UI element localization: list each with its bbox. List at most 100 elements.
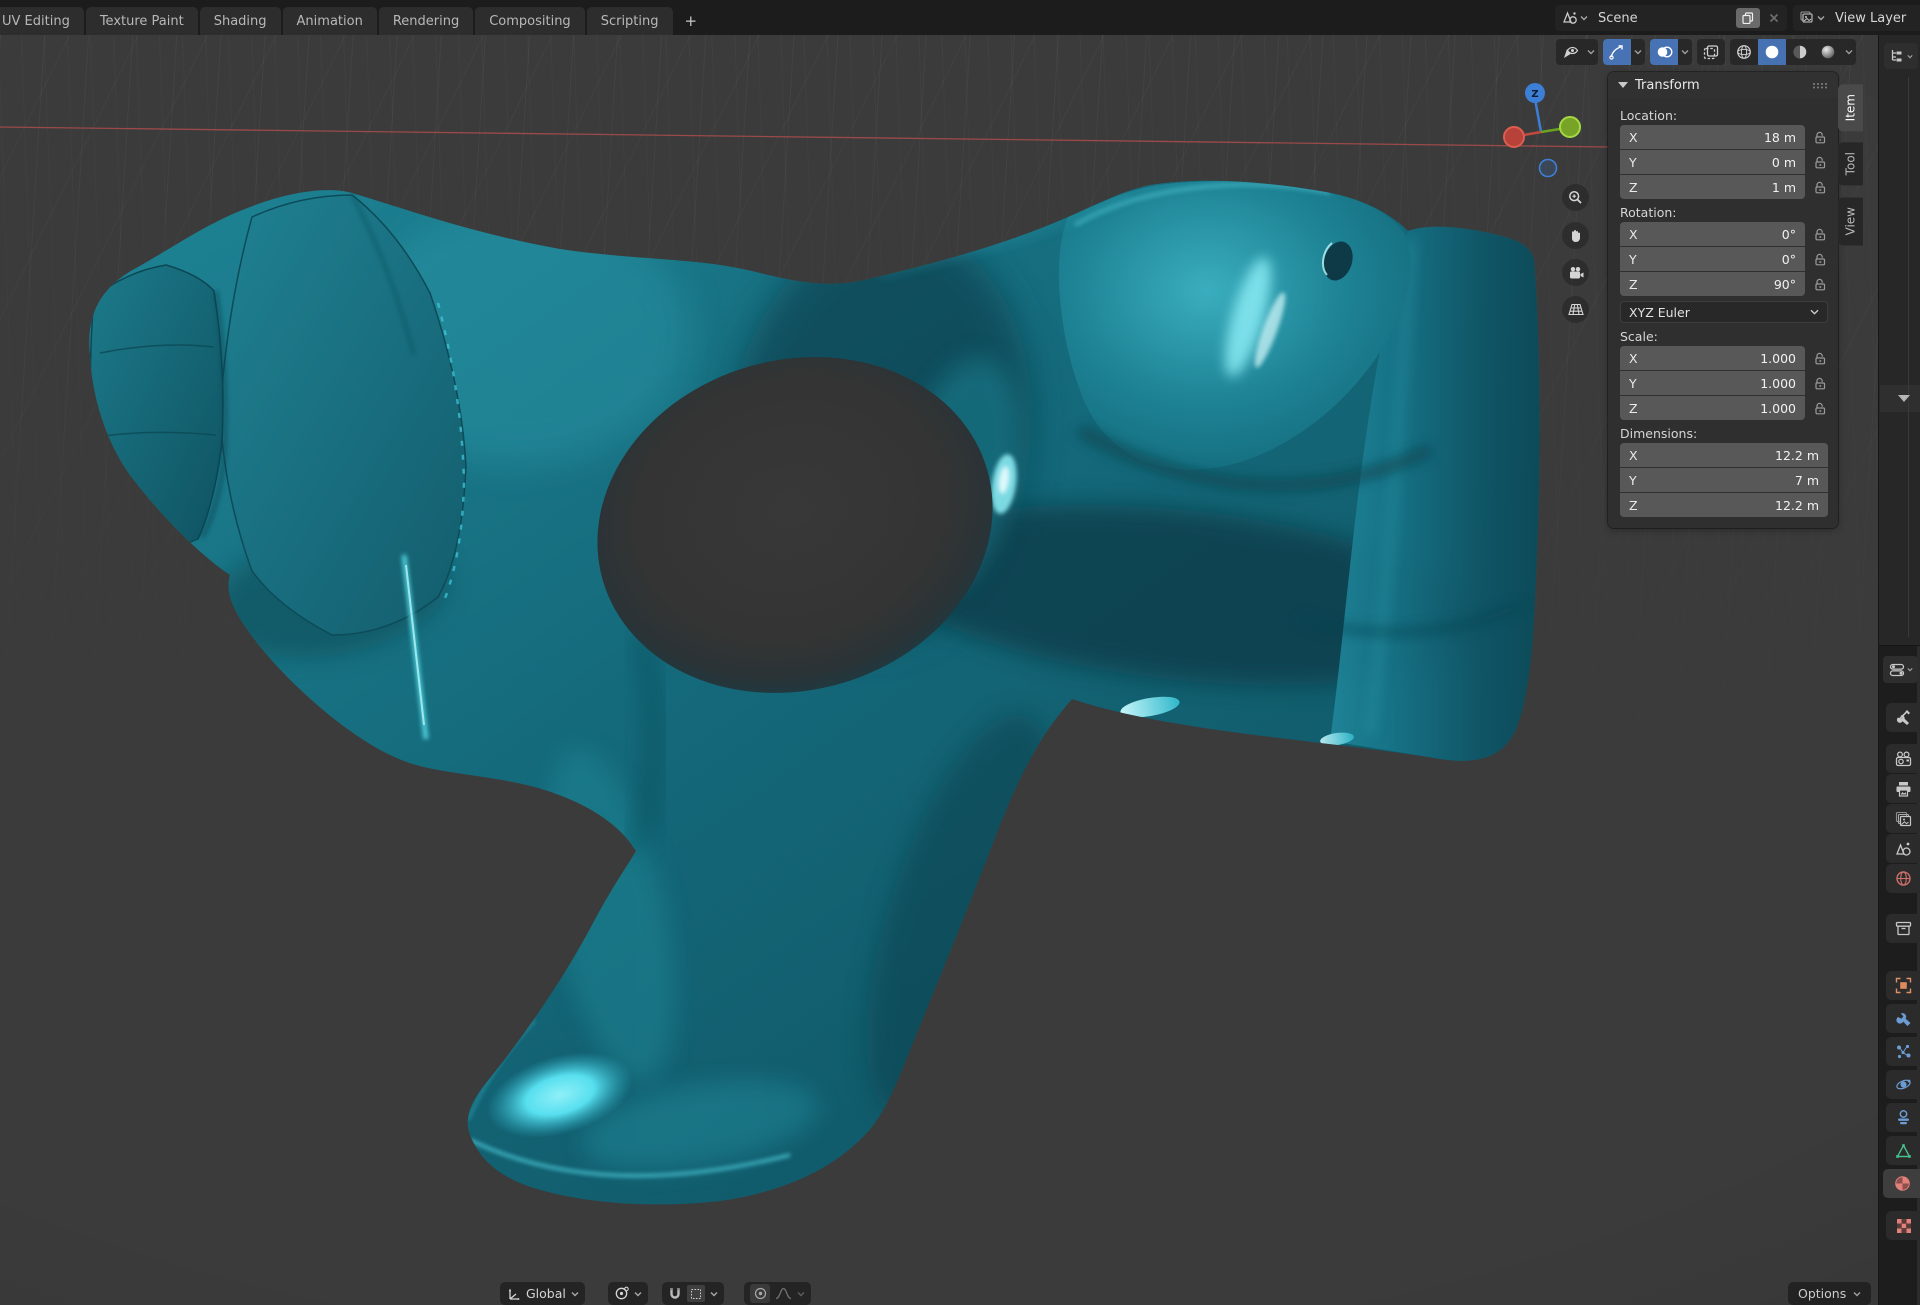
- lock-icon[interactable]: [1812, 181, 1828, 194]
- outliner-editor-type-button[interactable]: [1884, 43, 1918, 69]
- properties-tab-tool[interactable]: [1886, 703, 1920, 732]
- chevron-down-icon[interactable]: [797, 1291, 805, 1297]
- properties-tab-output[interactable]: [1886, 774, 1920, 803]
- topbar: UV Editing Texture Paint Shading Animati…: [0, 0, 1920, 35]
- view-layer-icon[interactable]: [1793, 5, 1829, 31]
- properties-tab-scene[interactable]: [1886, 834, 1920, 863]
- properties-editor-type-button[interactable]: [1883, 656, 1918, 683]
- unlink-scene-button[interactable]: [1764, 13, 1784, 23]
- shading-rendered-icon[interactable]: [1814, 39, 1842, 65]
- lock-icon[interactable]: [1812, 402, 1828, 415]
- tab-uv-editing[interactable]: UV Editing: [0, 7, 84, 35]
- panel-grip-icon[interactable]: [1812, 82, 1828, 89]
- proportional-falloff-icon[interactable]: [775, 1287, 792, 1300]
- tab-shading[interactable]: Shading: [200, 7, 281, 35]
- orthographic-toggle-button[interactable]: [1562, 296, 1589, 323]
- location-z-field[interactable]: Z1 m: [1620, 175, 1805, 199]
- chevron-down-icon: [634, 1291, 642, 1297]
- show-gizmos-toggle[interactable]: [1603, 39, 1631, 65]
- options-button[interactable]: Options: [1788, 1282, 1871, 1305]
- location-x-field[interactable]: X18 m: [1620, 125, 1805, 149]
- pivot-point-selector[interactable]: [608, 1282, 648, 1305]
- chevron-down-icon[interactable]: [1631, 39, 1645, 65]
- scene-icon[interactable]: [1555, 5, 1592, 31]
- tab-rendering[interactable]: Rendering: [379, 7, 473, 35]
- lock-icon[interactable]: [1812, 131, 1828, 144]
- toggle-xray-button[interactable]: [1697, 39, 1725, 65]
- gizmo-x-axis-ball[interactable]: [1504, 127, 1524, 147]
- dimensions-z-field[interactable]: Z12.2 m: [1620, 493, 1828, 517]
- rotation-z-field[interactable]: Z90°: [1620, 272, 1805, 296]
- tab-animation[interactable]: Animation: [283, 7, 377, 35]
- dimensions-x-field[interactable]: X12.2 m: [1620, 443, 1828, 467]
- properties-tab-texture[interactable]: [1886, 1211, 1920, 1240]
- orientation-value: Global: [526, 1286, 566, 1301]
- collapse-triangle-icon[interactable]: [1618, 82, 1628, 88]
- properties-tab-particles[interactable]: [1886, 1037, 1920, 1066]
- render-camera-icon: [1895, 751, 1912, 767]
- rotation-mode-dropdown[interactable]: XYZ Euler: [1620, 301, 1828, 323]
- tab-texture-paint[interactable]: Texture Paint: [86, 7, 198, 35]
- lock-icon[interactable]: [1812, 278, 1828, 291]
- model-hex-cap: [90, 265, 223, 546]
- outliner-expand-icon[interactable]: [1898, 395, 1910, 402]
- shading-material-preview-icon[interactable]: [1786, 39, 1814, 65]
- lock-icon[interactable]: [1812, 352, 1828, 365]
- zoom-button[interactable]: [1562, 184, 1589, 211]
- lock-icon[interactable]: [1812, 253, 1828, 266]
- transform-orientation-selector[interactable]: Global: [500, 1282, 585, 1305]
- properties-tab-material[interactable]: [1883, 1169, 1920, 1198]
- chevron-down-icon[interactable]: [1584, 39, 1598, 65]
- navigation-gizmo[interactable]: Z: [1504, 83, 1580, 177]
- properties-tab-collection[interactable]: [1886, 914, 1920, 943]
- pan-button[interactable]: [1562, 222, 1589, 249]
- tab-scripting[interactable]: Scripting: [587, 7, 673, 35]
- transform-panel-header[interactable]: Transform: [1608, 72, 1838, 98]
- add-workspace-button[interactable]: +: [675, 7, 708, 35]
- lock-icon[interactable]: [1812, 377, 1828, 390]
- properties-tab-world[interactable]: [1886, 864, 1920, 893]
- properties-tab-physics[interactable]: [1886, 1070, 1920, 1099]
- scene-name[interactable]: Scene: [1592, 11, 1736, 26]
- snap-magnet-icon[interactable]: [668, 1287, 682, 1301]
- shading-mode-group: [1730, 39, 1856, 65]
- dimensions-y-field[interactable]: Y7 m: [1620, 468, 1828, 492]
- rotation-x-field[interactable]: X0°: [1620, 222, 1805, 246]
- rotation-y-field[interactable]: Y0°: [1620, 247, 1805, 271]
- copy-icon: [1742, 12, 1754, 24]
- show-overlays-toggle[interactable]: [1650, 39, 1678, 65]
- properties-tab-object[interactable]: [1886, 971, 1920, 1000]
- dimensions-label: Dimensions:: [1620, 423, 1828, 443]
- 3d-viewport[interactable]: Z: [0, 35, 1878, 1305]
- scale-x-field[interactable]: X1.000: [1620, 346, 1805, 370]
- view-layer-name[interactable]: View Layer: [1829, 11, 1906, 26]
- location-y-field[interactable]: Y0 m: [1620, 150, 1805, 174]
- properties-tab-view-layer[interactable]: [1886, 804, 1920, 833]
- properties-tab-object-data[interactable]: [1886, 1136, 1920, 1165]
- sidebar-tab-tool[interactable]: Tool: [1838, 142, 1863, 185]
- new-scene-button[interactable]: [1736, 8, 1760, 28]
- scale-z-field[interactable]: Z1.000: [1620, 396, 1805, 420]
- proportional-editing-icon[interactable]: [750, 1284, 770, 1303]
- lock-icon[interactable]: [1812, 228, 1828, 241]
- lock-icon[interactable]: [1812, 156, 1828, 169]
- tab-compositing[interactable]: Compositing: [475, 7, 585, 35]
- snap-target-icon[interactable]: [687, 1285, 705, 1302]
- gizmo-y-axis-ball[interactable]: [1560, 117, 1580, 137]
- object-type-visibility-icon[interactable]: [1556, 39, 1584, 65]
- properties-tab-render[interactable]: [1886, 744, 1920, 773]
- chevron-down-icon[interactable]: [710, 1291, 718, 1297]
- properties-tab-constraints[interactable]: [1886, 1103, 1920, 1132]
- sidebar-tab-view[interactable]: View: [1838, 197, 1863, 245]
- sidebar-tab-item[interactable]: Item: [1838, 84, 1863, 131]
- chevron-down-icon[interactable]: [1678, 39, 1692, 65]
- camera-view-button[interactable]: [1562, 259, 1589, 286]
- properties-tab-modifiers[interactable]: [1886, 1004, 1920, 1033]
- chevron-down-icon[interactable]: [1842, 39, 1856, 65]
- model-mesh[interactable]: [89, 181, 1539, 1205]
- shading-wireframe-icon[interactable]: [1730, 39, 1758, 65]
- gizmo-z-neg-ball[interactable]: [1540, 160, 1557, 177]
- scale-y-field[interactable]: Y1.000: [1620, 371, 1805, 395]
- shading-solid-icon[interactable]: [1758, 39, 1786, 65]
- sidebar-tabs: Item Tool View: [1838, 84, 1863, 245]
